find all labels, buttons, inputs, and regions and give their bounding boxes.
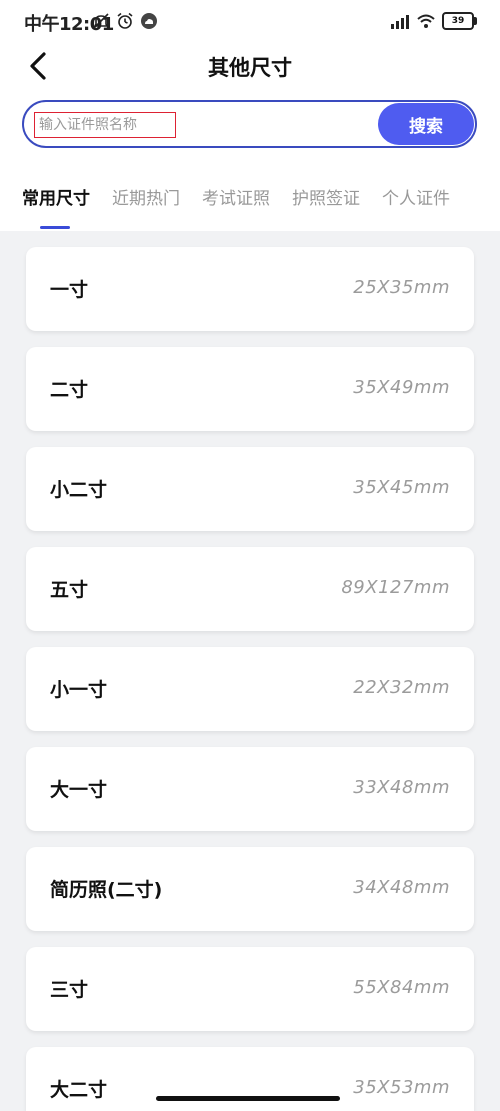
- size-card[interactable]: 大一寸 33X48mm: [26, 747, 474, 831]
- size-name: 小一寸: [50, 679, 108, 701]
- alarm-icon: [117, 12, 133, 29]
- size-name: 大一寸: [50, 779, 108, 801]
- category-tabs: 常用尺寸 近期热门 考试证照 护照签证 个人证件: [22, 184, 450, 232]
- size-card[interactable]: 三寸 55X84mm: [26, 947, 474, 1031]
- size-dimensions: 25X35mm: [353, 277, 450, 298]
- nav-bar: 其他尺寸: [0, 44, 500, 88]
- size-dimensions: 35X53mm: [353, 1077, 450, 1098]
- size-card[interactable]: 小一寸 22X32mm: [26, 647, 474, 731]
- tab-exam-photos[interactable]: 考试证照: [202, 184, 270, 232]
- size-card[interactable]: 一寸 25X35mm: [26, 247, 474, 331]
- page-title: 其他尺寸: [208, 56, 292, 80]
- size-card[interactable]: 简历照(二寸) 34X48mm: [26, 847, 474, 931]
- size-name: 大二寸: [50, 1079, 108, 1101]
- search-bar: 搜索: [22, 100, 477, 148]
- size-dimensions: 34X48mm: [353, 877, 450, 898]
- size-name: 三寸: [50, 979, 89, 1001]
- size-card[interactable]: 二寸 35X49mm: [26, 347, 474, 431]
- tab-passport-visa[interactable]: 护照签证: [292, 184, 360, 232]
- size-name: 小二寸: [50, 479, 108, 501]
- size-name: 简历照(二寸): [50, 879, 163, 901]
- mute-icon: [93, 13, 109, 29]
- size-dimensions: 35X49mm: [353, 377, 450, 398]
- size-dimensions: 33X48mm: [353, 777, 450, 798]
- tab-personal-id[interactable]: 个人证件: [382, 184, 450, 232]
- tab-common-sizes[interactable]: 常用尺寸: [22, 184, 90, 232]
- status-bar: 中午12:01 39: [0, 0, 500, 44]
- search-input[interactable]: [34, 112, 176, 138]
- size-dimensions: 35X45mm: [353, 477, 450, 498]
- wifi-icon: [417, 14, 435, 28]
- size-card[interactable]: 大二寸 35X53mm: [26, 1047, 474, 1111]
- size-name: 一寸: [50, 279, 89, 301]
- cloud-icon: [141, 13, 157, 29]
- home-indicator[interactable]: [156, 1096, 340, 1101]
- search-button[interactable]: 搜索: [378, 103, 474, 145]
- size-list: 一寸 25X35mm 二寸 35X49mm 小二寸 35X45mm 五寸 89X…: [0, 231, 500, 1111]
- battery-icon: 39: [442, 12, 477, 30]
- status-icons-right: 39: [390, 12, 477, 30]
- status-icons-left: [92, 12, 158, 30]
- size-card[interactable]: 五寸 89X127mm: [26, 547, 474, 631]
- size-dimensions: 89X127mm: [341, 577, 450, 598]
- size-dimensions: 55X84mm: [353, 977, 450, 998]
- size-card[interactable]: 小二寸 35X45mm: [26, 447, 474, 531]
- signal-icon: [391, 15, 409, 29]
- size-dimensions: 22X32mm: [353, 677, 450, 698]
- size-name: 二寸: [50, 379, 89, 401]
- tab-recent-popular[interactable]: 近期热门: [112, 184, 180, 232]
- size-name: 五寸: [50, 579, 89, 601]
